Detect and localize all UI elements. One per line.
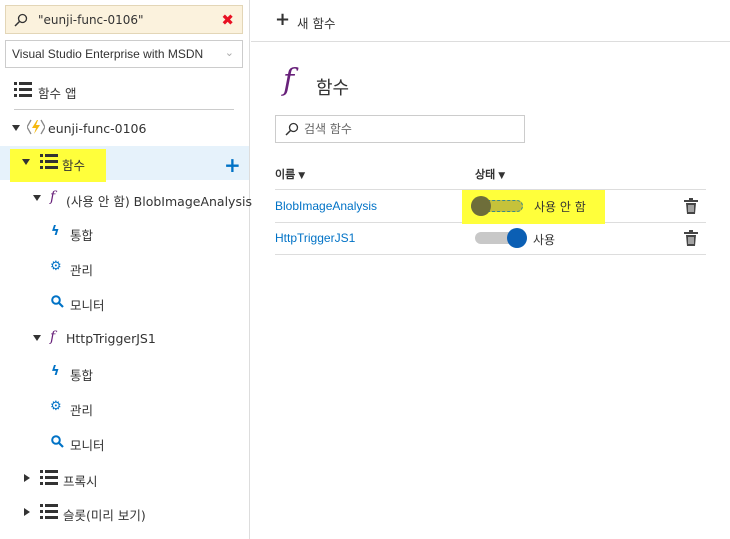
subscription-select[interactable]: Visual Studio Enterprise with MSDN ⌄ (5, 40, 243, 68)
toggle-knob (507, 228, 527, 248)
resource-search-box[interactable]: "eunji-func-0106" ✖ (5, 5, 243, 34)
trash-icon[interactable] (684, 230, 698, 246)
search-icon (285, 122, 299, 139)
integrate-label: 통합 (70, 368, 94, 383)
bolt-icon: ϟ (51, 224, 60, 239)
expand-icon[interactable] (12, 125, 20, 131)
chevron-down-icon: ▼ (298, 171, 306, 181)
tree-item-manage[interactable]: ⚙ 관리 (0, 253, 249, 281)
gear-icon: ⚙ (50, 399, 62, 414)
tree-item-monitor[interactable]: 모니터 (0, 288, 249, 316)
tree-item-monitor[interactable]: 모니터 (0, 428, 249, 456)
list-icon (14, 82, 32, 98)
tree-item-manage[interactable]: ⚙ 관리 (0, 393, 249, 421)
divider (14, 109, 234, 110)
list-icon (40, 504, 58, 520)
magnifier-icon (51, 435, 64, 451)
slots-label: 슬롯(미리 보기) (63, 508, 146, 523)
expand-icon[interactable] (24, 474, 30, 482)
page-title: 함수 (316, 78, 350, 99)
new-function-label: 새 함수 (297, 16, 336, 31)
divider (275, 254, 706, 255)
function-label: HttpTriggerJS1 (66, 331, 156, 346)
function-label: (사용 안 함) BlobImageAnalysis (66, 194, 252, 209)
search-icon (14, 13, 28, 30)
function-apps-header[interactable]: 함수 앱 (0, 76, 249, 104)
tree-item-slots[interactable]: 슬롯(미리 보기) (0, 498, 249, 526)
manage-label: 관리 (70, 263, 94, 278)
monitor-label: 모니터 (70, 438, 105, 453)
tree-item-function-blob[interactable]: f (사용 안 함) BlobImageAnalysis (0, 184, 252, 212)
annotation-highlight (10, 149, 106, 182)
chevron-down-icon: ▼ (498, 171, 506, 181)
gear-icon: ⚙ (50, 259, 62, 274)
proxies-label: 프록시 (63, 474, 98, 489)
functions-label: 함수 (62, 158, 86, 173)
manage-label: 관리 (70, 403, 94, 418)
expand-icon[interactable] (24, 508, 30, 516)
toolbar: + 새 함수 (251, 0, 730, 42)
list-icon (40, 470, 58, 486)
status-toggle-disabled[interactable] (471, 195, 523, 217)
function-link-blob[interactable]: BlobImageAnalysis (275, 199, 377, 213)
chevron-down-icon: ⌄ (224, 46, 234, 59)
monitor-label: 모니터 (70, 298, 105, 313)
subscription-selected: Visual Studio Enterprise with MSDN (12, 47, 204, 61)
tree-item-function-app[interactable]: eunji-func-0106 (0, 114, 249, 142)
trash-icon[interactable] (684, 198, 698, 214)
status-label: 사용 (533, 233, 556, 247)
column-header-status[interactable]: 상태 ▼ (475, 166, 505, 182)
integrate-label: 통합 (70, 228, 94, 243)
function-apps-label: 함수 앱 (38, 86, 77, 101)
function-app-label: eunji-func-0106 (48, 121, 147, 136)
tree-item-function-http[interactable]: f HttpTriggerJS1 (0, 324, 249, 352)
status-label: 사용 안 함 (534, 200, 586, 214)
function-link-http[interactable]: HttpTriggerJS1 (275, 231, 355, 245)
function-app-icon (26, 119, 46, 138)
plus-icon: + (275, 9, 291, 30)
status-toggle-enabled[interactable] (475, 227, 527, 249)
tree-item-proxies[interactable]: 프록시 (0, 464, 249, 492)
column-status-label: 상태 (475, 168, 496, 181)
function-icon: f (50, 189, 56, 205)
expand-icon[interactable] (33, 195, 41, 201)
column-header-name[interactable]: 이름 ▼ (275, 166, 305, 182)
tree-item-integrate[interactable]: ϟ 통합 (0, 218, 249, 246)
list-icon (40, 154, 58, 170)
expand-icon[interactable] (22, 159, 30, 165)
close-icon[interactable]: ✖ (221, 11, 234, 29)
function-search-box[interactable] (275, 115, 525, 143)
tree-item-integrate[interactable]: ϟ 통합 (0, 358, 249, 386)
toggle-knob (471, 196, 491, 216)
bolt-icon: ϟ (51, 364, 60, 379)
magnifier-icon (51, 295, 64, 311)
expand-icon[interactable] (33, 335, 41, 341)
function-icon: f (283, 63, 295, 98)
function-search-input[interactable] (304, 121, 514, 137)
search-value: "eunji-func-0106" (38, 13, 144, 27)
left-pane: "eunji-func-0106" ✖ Visual Studio Enterp… (0, 0, 252, 539)
column-name-label: 이름 (275, 168, 296, 181)
function-icon: f (50, 329, 56, 345)
add-function-plus-icon[interactable]: + (224, 153, 241, 177)
